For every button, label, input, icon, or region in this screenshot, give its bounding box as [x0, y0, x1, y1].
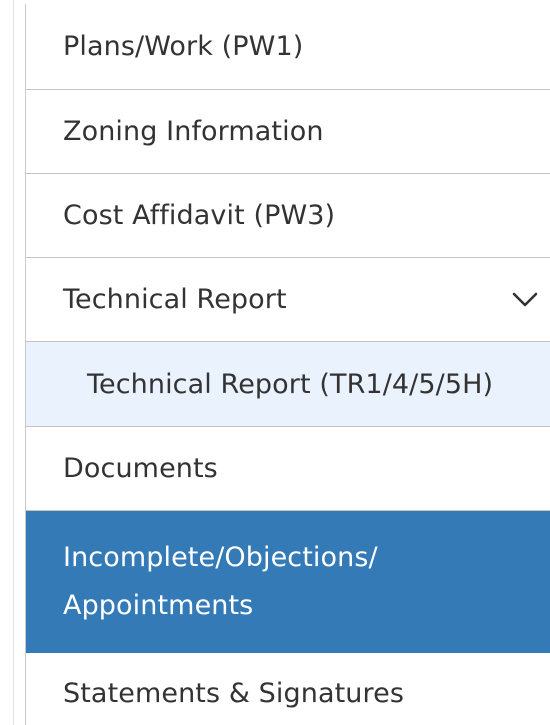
nav-item-technical-report[interactable]: Technical Report: [26, 258, 550, 342]
left-rail: [0, 0, 14, 725]
chevron-down-icon[interactable]: [512, 292, 538, 308]
nav-item-cost-affidavit[interactable]: Cost Affidavit (PW3): [26, 174, 550, 258]
nav-item-incomplete-objections-appointments[interactable]: Incomplete/Objections/ Appointments: [26, 511, 550, 653]
nav-item-label: Technical Report (TR1/4/5/5H): [87, 368, 494, 400]
nav-item-label: Cost Affidavit (PW3): [63, 200, 336, 231]
nav-item-label: Plans/Work (PW1): [63, 31, 304, 62]
section-nav: Plans/Work (PW1) Zoning Information Cost…: [25, 4, 550, 725]
nav-item-label: Statements & Signatures: [63, 677, 404, 709]
nav-item-plans-work[interactable]: Plans/Work (PW1): [26, 4, 550, 90]
nav-item-zoning-information[interactable]: Zoning Information: [26, 90, 550, 174]
page: Plans/Work (PW1) Zoning Information Cost…: [0, 0, 550, 725]
nav-item-label: Incomplete/Objections/ Appointments: [63, 542, 378, 621]
nav-item-label: Documents: [63, 453, 218, 484]
nav-item-statements-signatures[interactable]: Statements & Signatures: [26, 653, 550, 725]
nav-item-label: Zoning Information: [63, 116, 324, 147]
nav-subitem-technical-report-tr[interactable]: Technical Report (TR1/4/5/5H): [26, 342, 550, 427]
nav-item-documents[interactable]: Documents: [26, 427, 550, 511]
nav-item-label: Technical Report: [63, 284, 287, 315]
